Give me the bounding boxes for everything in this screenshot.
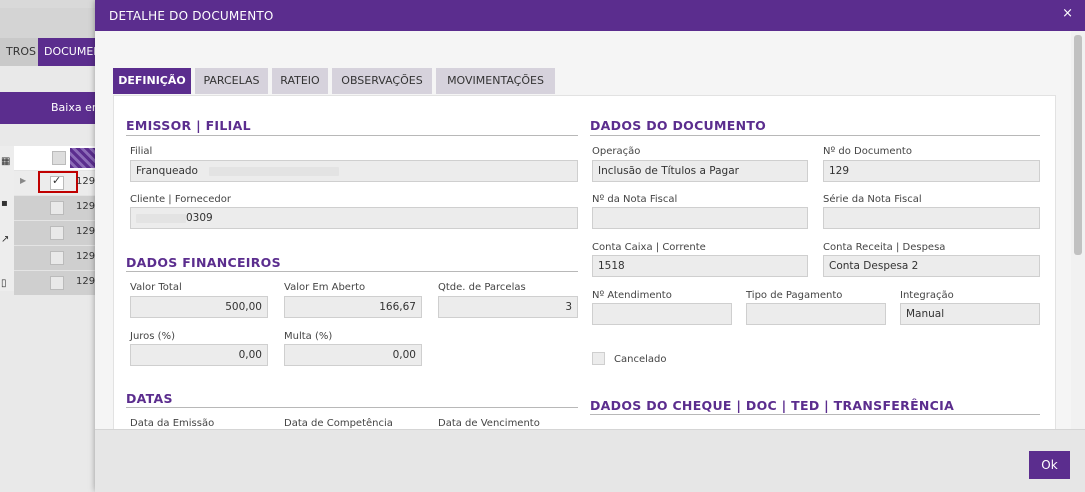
operacao-field[interactable]: Inclusão de Títulos a Pagar [592, 160, 808, 182]
row-checkbox[interactable] [50, 201, 64, 215]
modal-header: DETALHE DO DOCUMENTO × [95, 0, 1085, 31]
filial-field[interactable]: Franqueado [130, 160, 578, 182]
valor-aberto-field[interactable]: 166,67 [284, 296, 422, 318]
nota-fiscal-label: Nº da Nota Fiscal [592, 194, 678, 205]
cancelado-label: Cancelado [614, 354, 667, 365]
section-divider [126, 407, 578, 408]
section-divider [126, 271, 578, 272]
parcelas-label: Qtde. de Parcelas [438, 282, 526, 293]
select-all-checkbox[interactable] [52, 151, 66, 165]
document-icon[interactable]: ▯ [1, 278, 7, 289]
conta-caixa-field[interactable]: 1518 [592, 255, 808, 277]
row-number: 129 [76, 251, 96, 262]
cliente-field[interactable]: 0309 [130, 207, 578, 229]
numero-documento-label: Nº do Documento [823, 146, 912, 157]
scrollbar-thumb[interactable] [1074, 35, 1082, 255]
layout-icon[interactable]: ▪ [1, 198, 8, 209]
serie-nota-label: Série da Nota Fiscal [823, 194, 922, 205]
background-action-bar: Baixa em [0, 92, 103, 124]
multa-label: Multa (%) [284, 331, 333, 342]
section-title-cheque: DADOS DO CHEQUE | DOC | TED | TRANSFERÊN… [590, 398, 955, 413]
conta-caixa-label: Conta Caixa | Corrente [592, 242, 706, 253]
tab-observacoes[interactable]: OBSERVAÇÕES [332, 68, 432, 94]
background-header [0, 8, 95, 38]
operacao-label: Operação [592, 146, 641, 157]
row-checkbox[interactable] [50, 276, 64, 290]
section-divider [590, 414, 1040, 415]
serie-nota-field[interactable] [823, 207, 1040, 229]
competencia-label: Data de Competência [284, 418, 393, 429]
background-left-toolbar: ▦ ▪ ↗ ▯ [0, 146, 14, 291]
tab-movimentacoes[interactable]: MOVIMENTAÇÕES [436, 68, 555, 94]
numero-documento-field[interactable]: 129 [823, 160, 1040, 182]
tab-panel-definicao: EMISSOR | FILIAL Filial Franqueado Clien… [113, 95, 1056, 429]
tipo-pagamento-field[interactable] [746, 303, 886, 325]
tab-definicao[interactable]: DEFINIÇÃO [113, 68, 191, 94]
emissao-label: Data da Emissão [130, 418, 215, 429]
row-number: 129 [76, 176, 96, 187]
table-row[interactable]: ▶ 129 [14, 170, 95, 195]
section-divider [126, 135, 578, 136]
table-row[interactable]: 129 [14, 220, 95, 245]
atendimento-field[interactable] [592, 303, 732, 325]
cliente-label: Cliente | Fornecedor [130, 194, 231, 205]
redacted-text [209, 166, 340, 176]
row-checkbox[interactable] [50, 174, 64, 190]
juros-field[interactable]: 0,00 [130, 344, 268, 366]
row-number: 129 [76, 276, 96, 287]
valor-total-label: Valor Total [130, 282, 182, 293]
atendimento-label: Nº Atendimento [592, 290, 672, 301]
filial-label: Filial [130, 146, 153, 157]
section-title-datas: DATAS [126, 391, 173, 406]
row-number: 129 [76, 226, 96, 237]
document-detail-modal: DETALHE DO DOCUMENTO × DEFINIÇÃO PARCELA… [95, 0, 1085, 492]
modal-scrollbar[interactable] [1071, 31, 1085, 429]
valor-aberto-label: Valor Em Aberto [284, 282, 366, 293]
section-divider [590, 135, 1040, 136]
background-tab-outros[interactable]: TROS [0, 38, 38, 66]
section-title-documento: DADOS DO DOCUMENTO [590, 118, 767, 133]
grid-icon[interactable]: ▦ [1, 156, 10, 167]
parcelas-field[interactable]: 3 [438, 296, 578, 318]
table-row[interactable]: 129 [14, 195, 95, 220]
cliente-value: 0309 [186, 212, 213, 224]
table-row[interactable]: 129 [14, 245, 95, 270]
row-expand-icon[interactable]: ▶ [20, 176, 26, 185]
table-row[interactable]: 129 [14, 270, 95, 295]
row-checkbox[interactable] [50, 226, 64, 240]
ok-button[interactable]: Ok [1029, 451, 1070, 479]
grid-header-stripe [70, 148, 95, 168]
tab-parcelas[interactable]: PARCELAS [195, 68, 268, 94]
section-title-emissor: EMISSOR | FILIAL [126, 118, 251, 133]
tab-rateio[interactable]: RATEIO [272, 68, 328, 94]
export-icon[interactable]: ↗ [1, 234, 9, 245]
nota-fiscal-field[interactable] [592, 207, 808, 229]
row-checkbox[interactable] [50, 251, 64, 265]
vencimento-label: Data de Vencimento [438, 418, 540, 429]
multa-field[interactable]: 0,00 [284, 344, 422, 366]
tipo-pagamento-label: Tipo de Pagamento [746, 290, 843, 301]
valor-total-field[interactable]: 500,00 [130, 296, 268, 318]
modal-footer: Ok [95, 429, 1085, 492]
conta-receita-label: Conta Receita | Despesa [823, 242, 946, 253]
background-grid: ▶ 129 129 129 129 129 [14, 146, 95, 295]
conta-receita-field[interactable]: Conta Despesa 2 [823, 255, 1040, 277]
grid-header [14, 146, 95, 170]
integracao-field[interactable]: Manual [900, 303, 1040, 325]
modal-body: DEFINIÇÃO PARCELAS RATEIO OBSERVAÇÕES MO… [95, 31, 1071, 429]
section-title-financeiros: DADOS FINANCEIROS [126, 255, 281, 270]
filial-value: Franqueado [136, 165, 198, 177]
redacted-text [136, 213, 186, 223]
close-icon[interactable]: × [1062, 6, 1073, 21]
integracao-label: Integração [900, 290, 954, 301]
row-number: 129 [76, 201, 96, 212]
modal-title: DETALHE DO DOCUMENTO [109, 9, 274, 23]
cancelado-checkbox[interactable] [592, 352, 605, 365]
juros-label: Juros (%) [130, 331, 175, 342]
